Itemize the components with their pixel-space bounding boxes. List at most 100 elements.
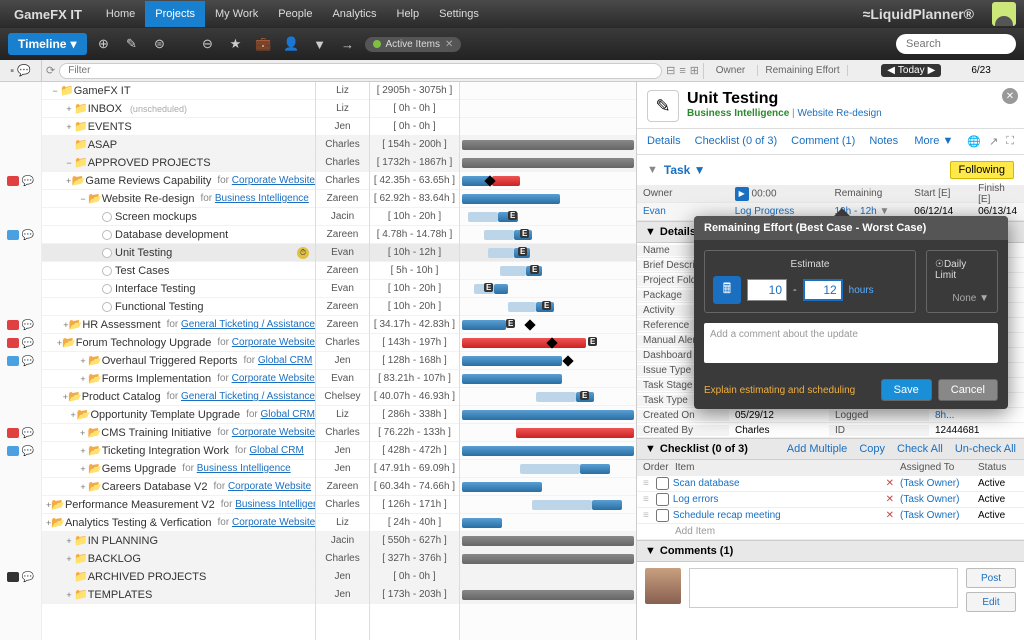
checklist-item-link[interactable]: Scan database [673, 478, 886, 489]
checklist-row[interactable]: ≡Schedule recap meeting✕(Task Owner)Acti… [637, 508, 1024, 524]
expand-icon[interactable]: ⛶ [1006, 135, 1014, 148]
tree-row[interactable]: +📂 CMS Training Initiativefor Corporate … [42, 424, 315, 442]
gantt-bar[interactable] [462, 482, 542, 492]
tab-details[interactable]: Details [647, 135, 681, 148]
cancel-button[interactable]: Cancel [938, 379, 998, 401]
breadcrumb-link-1[interactable]: Business Intelligence [687, 108, 789, 119]
checklist-checkbox[interactable] [656, 477, 669, 490]
tree-row[interactable]: Test Cases [42, 262, 315, 280]
nav-analytics[interactable]: Analytics [322, 1, 386, 27]
gantt-bar[interactable] [500, 266, 526, 276]
hours-link[interactable]: hours [849, 285, 874, 296]
add-icon[interactable]: ⊕ [93, 33, 115, 55]
owner-link[interactable]: Evan [643, 206, 666, 217]
gantt-bar[interactable] [462, 554, 634, 564]
filter-input[interactable] [59, 63, 662, 79]
today-chip[interactable]: ◀Today▶ [881, 64, 941, 77]
post-button[interactable]: Post [966, 568, 1016, 588]
row-flag-icon[interactable] [7, 176, 19, 186]
gantt-bar[interactable] [462, 410, 634, 420]
checklist-row[interactable]: ≡Scan database✕(Task Owner)Active [637, 476, 1024, 492]
active-items-pill[interactable]: Active Items ✕ [365, 37, 462, 52]
explain-link[interactable]: Explain estimating and scheduling [704, 385, 875, 396]
tree-row[interactable]: 📁 ASAP [42, 136, 315, 154]
list-icon[interactable]: ≡ [679, 65, 685, 77]
delete-icon[interactable]: ✕ [886, 478, 894, 489]
popup-comment-input[interactable]: Add a comment about the update [704, 323, 998, 363]
edit-button[interactable]: Edit [966, 592, 1016, 612]
tree-row[interactable]: +📂 Opportunity Template Upgradefor Globa… [42, 406, 315, 424]
delete-icon[interactable]: ✕ [886, 494, 894, 505]
share-icon[interactable]: ↗ [989, 135, 998, 148]
row-chat-icon[interactable]: 💬 [22, 446, 34, 457]
uncheck-all-link[interactable]: Un-check All [955, 443, 1016, 455]
tree-row[interactable]: +📂 Product Catalogfor General Ticketing … [42, 388, 315, 406]
refresh-icon[interactable]: ⟳ [46, 64, 55, 77]
play-icon[interactable]: ▶ [735, 187, 749, 201]
globe-icon[interactable]: ⊜ [149, 33, 171, 55]
star-icon[interactable]: ★ [225, 33, 247, 55]
owner-header[interactable]: Owner [704, 65, 758, 76]
nav-settings[interactable]: Settings [429, 1, 489, 27]
checklist-row[interactable]: ≡Log errors✕(Task Owner)Active [637, 492, 1024, 508]
row-chat-icon[interactable]: 💬 [22, 338, 34, 349]
gantt-bar[interactable] [462, 590, 634, 600]
chat-icon[interactable]: 💬 [17, 64, 31, 77]
calculator-icon[interactable]: 🖩 [713, 276, 741, 304]
row-chat-icon[interactable]: 💬 [22, 230, 34, 241]
checklist-checkbox[interactable] [656, 509, 669, 522]
grid-icon[interactable]: ⊞ [690, 64, 699, 77]
tree-row[interactable]: +📁 IN PLANNING [42, 532, 315, 550]
add-item-input[interactable]: Add Item [675, 526, 1018, 537]
gantt-bar[interactable] [580, 464, 610, 474]
gantt-bar[interactable] [516, 428, 634, 438]
collapse-icon[interactable]: ⊟ [666, 64, 675, 77]
gantt-bar[interactable] [488, 248, 514, 258]
row-flag-icon[interactable] [7, 572, 19, 582]
gantt-bar[interactable] [492, 176, 520, 186]
tree-row[interactable]: Unit Testing⏱ [42, 244, 315, 262]
tree-row[interactable]: +📂 Overhaul Triggered Reportsfor Global … [42, 352, 315, 370]
tree-row[interactable]: +📁 EVENTS [42, 118, 315, 136]
timeline-button[interactable]: Timeline ▾ [8, 33, 87, 55]
check-all-link[interactable]: Check All [897, 443, 943, 455]
row-flag-icon[interactable] [7, 230, 19, 240]
gantt-bar[interactable] [462, 536, 634, 546]
tree-row[interactable]: +📂 Forms Implementationfor Corporate Web… [42, 370, 315, 388]
tab-checklist[interactable]: Checklist (0 of 3) [695, 135, 778, 148]
row-chat-icon[interactable]: 💬 [22, 176, 34, 187]
row-flag-icon[interactable] [7, 446, 19, 456]
tree-row[interactable]: +📂 Ticketing Integration Workfor Global … [42, 442, 315, 460]
gantt-bar[interactable] [462, 158, 634, 168]
comment-input[interactable] [689, 568, 958, 608]
add-multiple-link[interactable]: Add Multiple [787, 443, 848, 455]
effort-header[interactable]: Remaining Effort [758, 65, 848, 76]
nav-people[interactable]: People [268, 1, 322, 27]
tree-row[interactable]: Interface Testing [42, 280, 315, 298]
daily-limit-dropdown[interactable]: None ▼ [935, 293, 989, 304]
gantt-bar[interactable] [536, 392, 576, 402]
gantt-bar[interactable] [462, 140, 634, 150]
search-input[interactable] [896, 34, 1016, 54]
checklist-item-link[interactable]: Schedule recap meeting [673, 510, 886, 521]
gantt-bar[interactable] [520, 464, 580, 474]
gantt-bar[interactable] [462, 320, 506, 330]
tab-notes[interactable]: Notes [869, 135, 898, 148]
checklist-item-link[interactable]: Log errors [673, 494, 886, 505]
tree-row[interactable]: +📂 Forum Technology Upgradefor Corporate… [42, 334, 315, 352]
tree-row[interactable]: +📁 INBOX(unscheduled) [42, 100, 315, 118]
gantt-bar[interactable] [468, 212, 498, 222]
task-dropdown[interactable]: Task ▼ [664, 163, 706, 177]
user-avatar[interactable] [992, 2, 1016, 26]
delete-icon[interactable]: ✕ [886, 510, 894, 521]
tree-row[interactable]: Functional Testing [42, 298, 315, 316]
following-badge[interactable]: Following [950, 161, 1014, 179]
tree-row[interactable]: +📂 Careers Database V2for Corporate Webs… [42, 478, 315, 496]
row-chat-icon[interactable]: 💬 [22, 572, 34, 583]
gantt-bar[interactable] [462, 338, 586, 348]
worst-case-input[interactable] [803, 279, 843, 301]
tab-comment[interactable]: Comment (1) [791, 135, 855, 148]
gantt-bar[interactable] [462, 446, 634, 456]
nav-mywork[interactable]: My Work [205, 1, 268, 27]
row-flag-icon[interactable] [7, 320, 19, 330]
